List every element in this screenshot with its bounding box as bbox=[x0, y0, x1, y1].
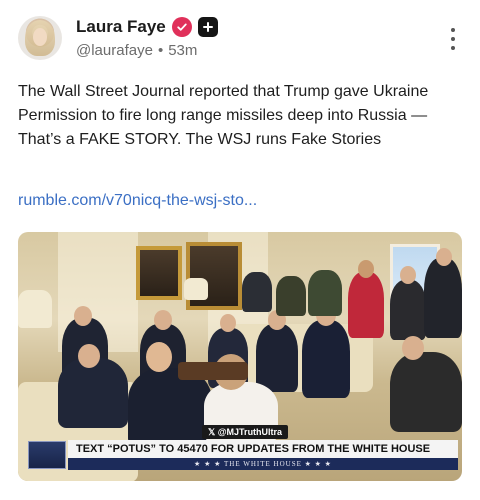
watermark-text: @MJTruthUltra bbox=[217, 427, 283, 437]
person-head bbox=[220, 314, 236, 332]
white-house-logo bbox=[28, 441, 66, 469]
meta-separator: • bbox=[157, 42, 164, 59]
verified-badge-icon bbox=[171, 17, 192, 37]
person-head bbox=[146, 342, 172, 372]
person bbox=[302, 320, 350, 398]
banner-subtext: ★ ★ ★ THE WHITE HOUSE ★ ★ ★ bbox=[68, 458, 458, 470]
author-meta: @laurafaye • 53m bbox=[76, 42, 197, 59]
post-video-thumbnail[interactable]: 𝕏 @MJTruthUltra TEXT “POTUS” TO 45470 FO… bbox=[18, 232, 462, 481]
person-head bbox=[74, 306, 92, 326]
person bbox=[58, 358, 128, 428]
x-logo-icon: 𝕏 bbox=[208, 427, 216, 437]
person bbox=[242, 272, 272, 312]
avatar[interactable] bbox=[18, 16, 62, 60]
person-head bbox=[358, 260, 374, 278]
person bbox=[424, 258, 462, 338]
watermark-tag: 𝕏 @MJTruthUltra bbox=[202, 425, 289, 439]
person-head bbox=[400, 266, 416, 284]
person bbox=[390, 280, 426, 340]
plus-badge-icon bbox=[197, 17, 218, 37]
person bbox=[308, 270, 342, 316]
author-name-row: Laura Faye bbox=[76, 17, 218, 37]
person bbox=[276, 276, 306, 316]
post-card: Laura Faye @laurafaye • 53m The Wall Str… bbox=[0, 0, 480, 500]
lower-third-banner: 𝕏 @MJTruthUltra TEXT “POTUS” TO 45470 FO… bbox=[22, 425, 458, 473]
post-timestamp[interactable]: 53m bbox=[168, 42, 197, 59]
author-handle[interactable]: @laurafaye bbox=[76, 42, 153, 59]
person bbox=[348, 272, 384, 338]
person bbox=[390, 352, 462, 432]
avatar-face bbox=[33, 28, 47, 46]
post-link[interactable]: rumble.com/v70nicq-the-wsj-sto... bbox=[18, 192, 257, 210]
person-head bbox=[78, 344, 100, 368]
person bbox=[256, 324, 298, 392]
post-text: The Wall Street Journal reported that Tr… bbox=[18, 83, 429, 148]
lamp bbox=[18, 290, 52, 328]
author-display-name[interactable]: Laura Faye bbox=[76, 17, 166, 37]
banner-text: TEXT “POTUS” TO 45470 FOR UPDATES FROM T… bbox=[68, 440, 458, 458]
person-head bbox=[436, 248, 452, 266]
lamp bbox=[184, 278, 208, 300]
person-head bbox=[402, 336, 424, 360]
coffee-table bbox=[178, 362, 248, 380]
more-options-icon[interactable] bbox=[450, 28, 456, 50]
wall-portrait bbox=[136, 246, 182, 300]
person-head bbox=[154, 310, 172, 330]
